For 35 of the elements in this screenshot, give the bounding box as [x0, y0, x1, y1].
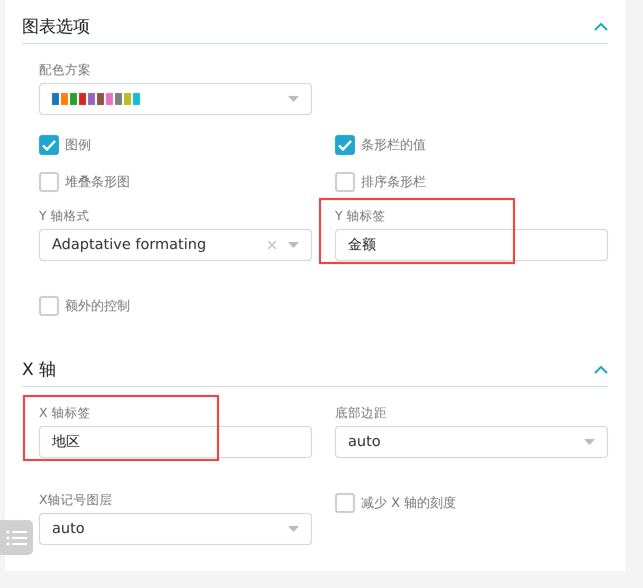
dropdown-field[interactable]: auto: [335, 426, 608, 458]
section-title: 图表选项: [22, 16, 90, 38]
field-label: Y 轴格式: [39, 208, 91, 225]
field-label: X 轴标签: [39, 405, 92, 422]
checkbox-label: 图例: [65, 137, 91, 154]
checkbox-label: 排序条形栏: [361, 174, 426, 191]
list-menu-button[interactable]: [0, 520, 33, 555]
checkbox[interactable]: [39, 135, 59, 155]
field-label: 配色方案: [39, 62, 92, 79]
checkbox[interactable]: [335, 172, 355, 192]
checkbox[interactable]: [39, 172, 59, 192]
palette-select[interactable]: [39, 83, 312, 115]
field-label: X轴记号图层: [39, 492, 114, 509]
checkbox-label: 堆叠条形图: [65, 174, 130, 191]
checkbox[interactable]: [335, 135, 355, 155]
field-label: Y 轴标签: [335, 208, 387, 225]
list-icon: [6, 530, 28, 546]
checkbox-label: 额外的控制: [65, 298, 130, 315]
checkbox-label: 减少 X 轴的刻度: [361, 495, 456, 512]
collapse-chevron-icon[interactable]: [594, 22, 608, 31]
dropdown-field[interactable]: Adaptative formating: [39, 229, 312, 261]
caret-icon: [288, 96, 299, 102]
clear-icon[interactable]: [268, 241, 276, 249]
checkbox[interactable]: [39, 296, 59, 316]
collapse-chevron-icon[interactable]: [594, 365, 608, 374]
caret-icon: [288, 526, 299, 532]
caret-icon: [288, 242, 299, 248]
checkbox-label: 条形栏的值: [361, 137, 426, 154]
dropdown-field[interactable]: auto: [39, 513, 312, 545]
section-title: X 轴: [22, 359, 56, 381]
input-field[interactable]: 地区: [39, 426, 312, 458]
caret-icon: [584, 439, 595, 445]
input-field[interactable]: 金额: [335, 229, 608, 261]
field-label: 底部边距: [335, 405, 388, 422]
checkbox[interactable]: [335, 493, 355, 513]
